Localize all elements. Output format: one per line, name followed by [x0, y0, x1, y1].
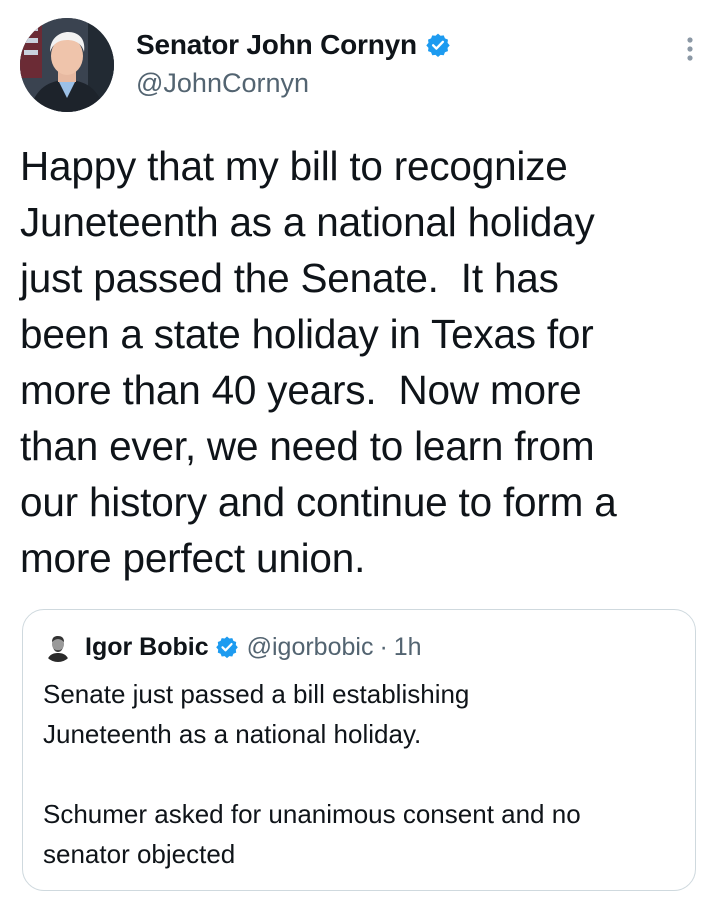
tweet-text: Happy that my bill to recognize Juneteen… — [20, 143, 617, 581]
quoted-verified-badge-icon — [215, 635, 239, 659]
display-name[interactable]: Senator John Cornyn — [136, 29, 417, 61]
verified-badge-icon — [425, 32, 451, 58]
handle[interactable]: @JohnCornyn — [136, 68, 451, 99]
avatar-photo — [20, 18, 114, 112]
quoted-timestamp[interactable]: 1h — [394, 633, 422, 662]
avatar[interactable] — [20, 18, 114, 112]
quoted-avatar[interactable] — [43, 632, 73, 662]
tweet-card: Senator John Cornyn @JohnCornyn Happy th… — [0, 0, 720, 907]
quoted-tweet-text: Senate just passed a bill establishing J… — [43, 679, 581, 869]
author-identity: Senator John Cornyn @JohnCornyn — [136, 26, 451, 99]
more-options-button[interactable] — [680, 34, 700, 64]
tweet-header: Senator John Cornyn @JohnCornyn — [20, 18, 700, 118]
quoted-display-name[interactable]: Igor Bobic — [85, 633, 209, 662]
quoted-handle[interactable]: @igorbobic — [247, 633, 374, 662]
more-vertical-icon — [687, 37, 693, 61]
display-name-row: Senator John Cornyn — [136, 26, 451, 64]
separator-dot: · — [379, 632, 388, 661]
quoted-avatar-photo — [43, 632, 73, 662]
quoted-tweet[interactable]: Igor Bobic @igorbobic · 1h Senate just p… — [22, 609, 696, 891]
quoted-tweet-header: Igor Bobic @igorbobic · 1h — [43, 628, 422, 666]
